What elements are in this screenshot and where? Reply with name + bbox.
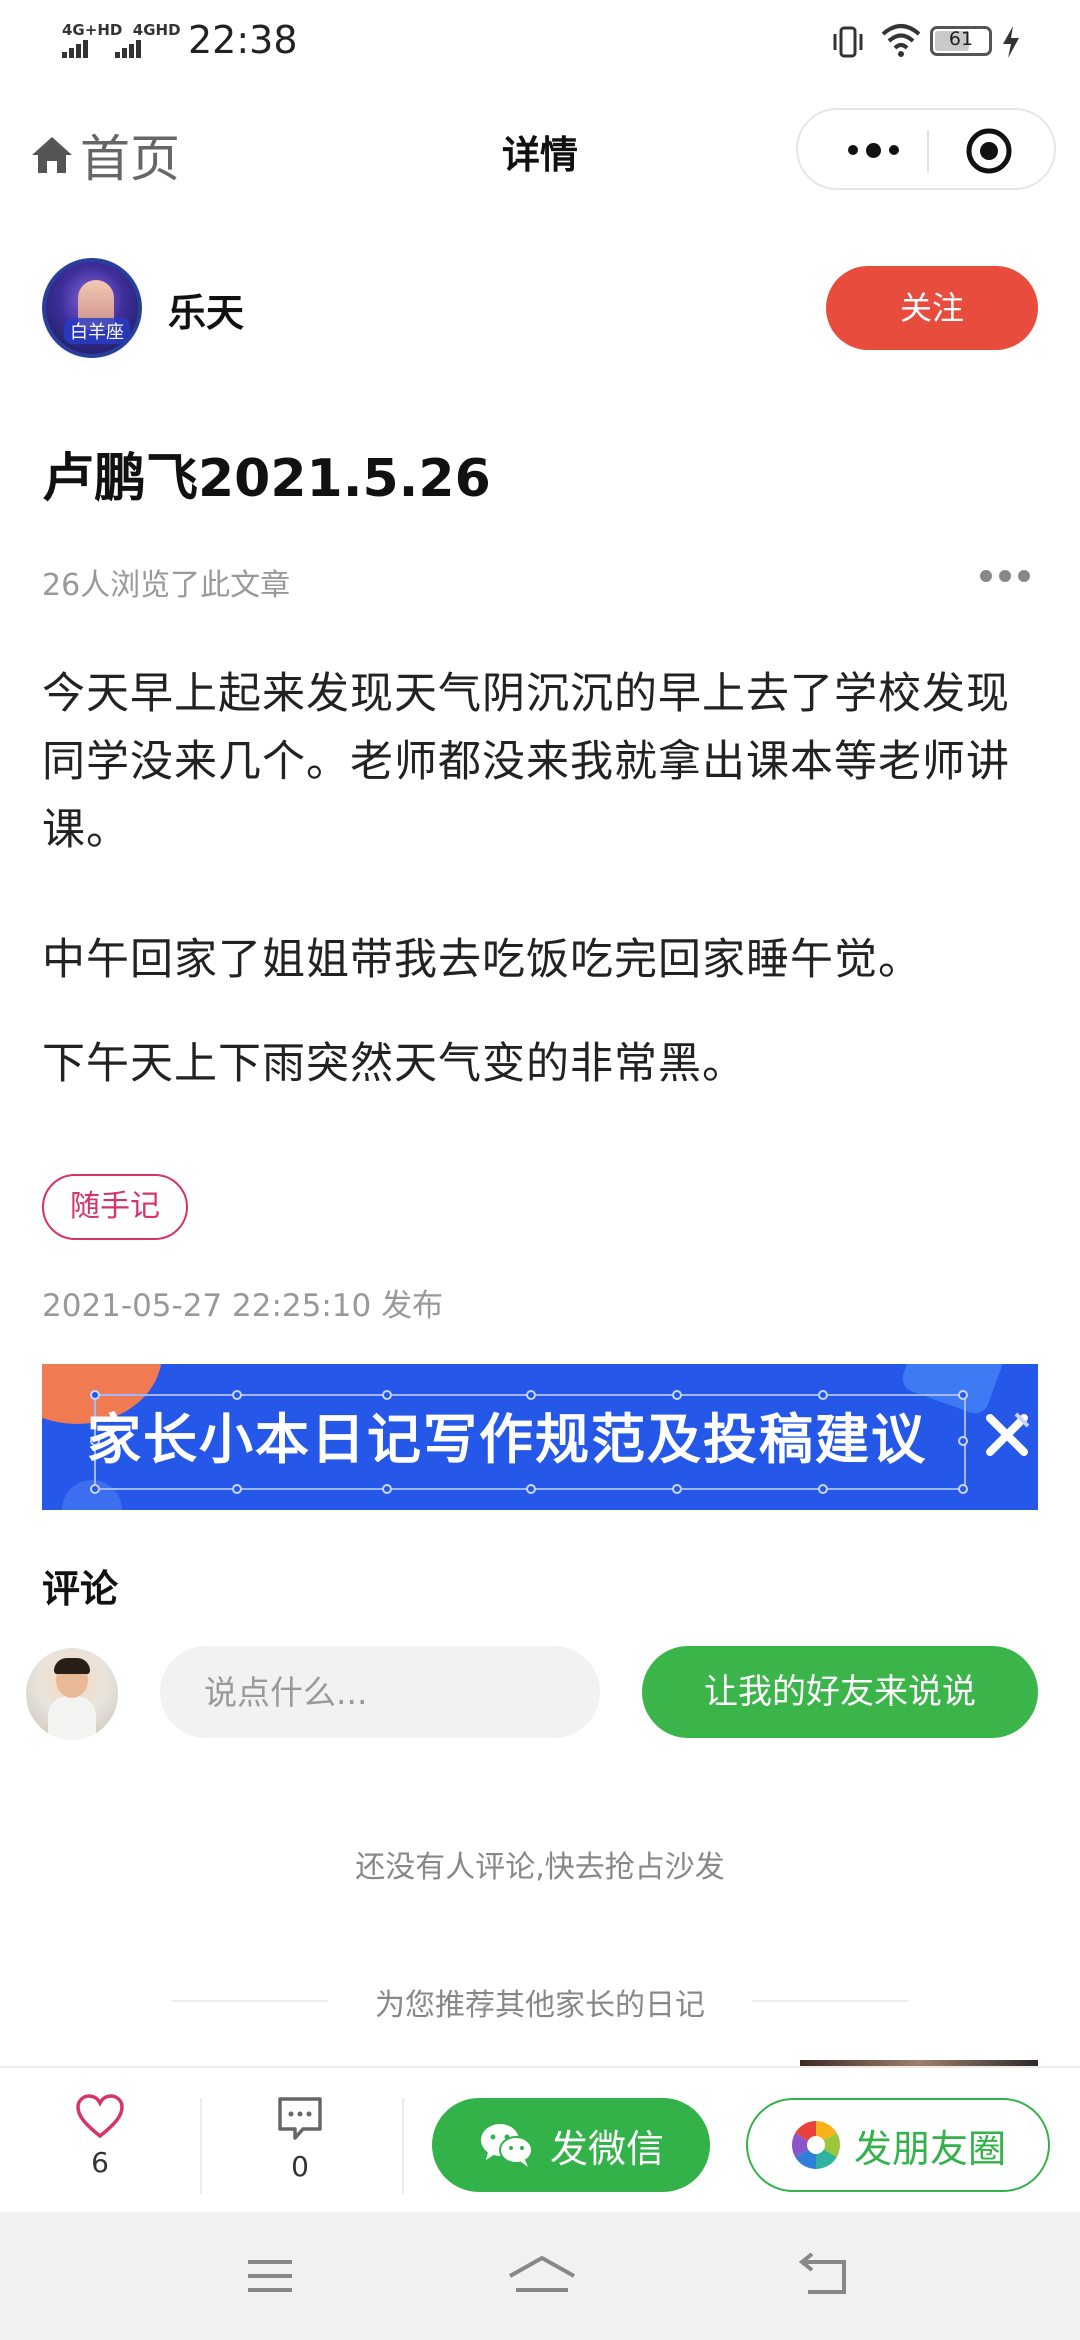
wechat-label: 发微信	[549, 2126, 664, 2171]
menu-icon[interactable]	[240, 2246, 300, 2306]
more-menu-button[interactable]	[828, 110, 918, 190]
article-paragraph: 今天早上起来发现天气阴沉沉的早上去了学校发现同学没来几个。老师都没来我就拿出课本…	[42, 669, 1010, 855]
article-paragraph: 下午天上下雨突然天气变的非常黑。	[42, 1039, 746, 1089]
network-indicator: 4G+HD 4GHD	[62, 22, 181, 61]
writing-guide-banner[interactable]: 家长小本日记写作规范及投稿建议	[42, 1364, 1038, 1510]
wechat-icon	[480, 2124, 533, 2167]
like-count: 6	[91, 2146, 109, 2179]
heart-icon	[76, 2094, 124, 2139]
clock: 22:38	[188, 18, 298, 62]
vibrate-icon	[830, 24, 866, 64]
moments-label: 发朋友圈	[853, 2126, 1006, 2171]
system-navigation-bar	[0, 2212, 1080, 2340]
empty-comments-text: 还没有人评论,快去抢占沙发	[355, 1850, 725, 1885]
share-wechat-button[interactable]: 发微信	[432, 2098, 710, 2192]
user-avatar	[26, 1648, 118, 1740]
wifi-icon	[880, 22, 922, 62]
like-button[interactable]: 6	[40, 2094, 160, 2179]
bottom-action-bar: 6 0 发微信 发朋友圈	[0, 2066, 1080, 2212]
recommend-heading: 为您推荐其他家长的日记	[375, 1988, 705, 2023]
article-paragraph: 中午回家了姐姐带我去吃饭吃完回家睡午觉。	[42, 935, 922, 985]
comment-count-button[interactable]: 0	[240, 2094, 360, 2183]
share-moments-button[interactable]: 发朋友圈	[746, 2098, 1050, 2192]
signal-icon	[62, 40, 90, 61]
home-nav-icon[interactable]	[504, 2246, 580, 2306]
page-title: 详情	[501, 133, 578, 177]
author-name[interactable]: 乐天	[168, 282, 244, 337]
publish-time: 2021-05-27 22:25:10 发布	[42, 1288, 444, 1324]
category-tag[interactable]: 随手记	[42, 1174, 188, 1240]
follow-button[interactable]: 关注	[826, 266, 1038, 350]
author-avatar[interactable]: 白羊座	[42, 258, 142, 358]
network-1-label: 4G+HD	[62, 21, 123, 39]
home-label: 首页	[80, 130, 180, 188]
status-bar: 4G+HD 4GHD 22:38 61	[0, 0, 1080, 84]
miniprogram-capsule	[796, 108, 1056, 190]
battery-icon: 61	[930, 26, 992, 56]
home-button[interactable]: 首页	[28, 120, 180, 190]
close-icon	[986, 1412, 1030, 1456]
signal-icon	[115, 40, 143, 61]
avatar-tag: 白羊座	[64, 318, 130, 344]
moments-icon	[791, 2121, 840, 2169]
home-icon	[32, 137, 72, 173]
battery-level: 61	[948, 28, 974, 50]
nav-bar: 首页 详情	[0, 84, 1080, 220]
banner-text: 家长小本日记写作规范及投稿建议	[87, 1408, 927, 1471]
comment-input[interactable]	[160, 1646, 600, 1738]
comment-count: 0	[291, 2150, 309, 2183]
close-miniprogram-button[interactable]	[964, 126, 1014, 176]
invite-friends-button[interactable]: 让我的好友来说说	[642, 1646, 1038, 1738]
network-2-label: 4GHD	[132, 21, 181, 39]
charging-icon	[1000, 24, 1022, 64]
comments-heading: 评论	[42, 1567, 119, 1611]
comment-icon	[278, 2097, 322, 2140]
back-icon[interactable]	[794, 2246, 854, 2306]
more-options-icon[interactable]	[980, 570, 1030, 582]
view-count: 26人浏览了此文章	[42, 568, 291, 603]
article-title: 卢鹏飞2021.5.26	[42, 449, 491, 509]
